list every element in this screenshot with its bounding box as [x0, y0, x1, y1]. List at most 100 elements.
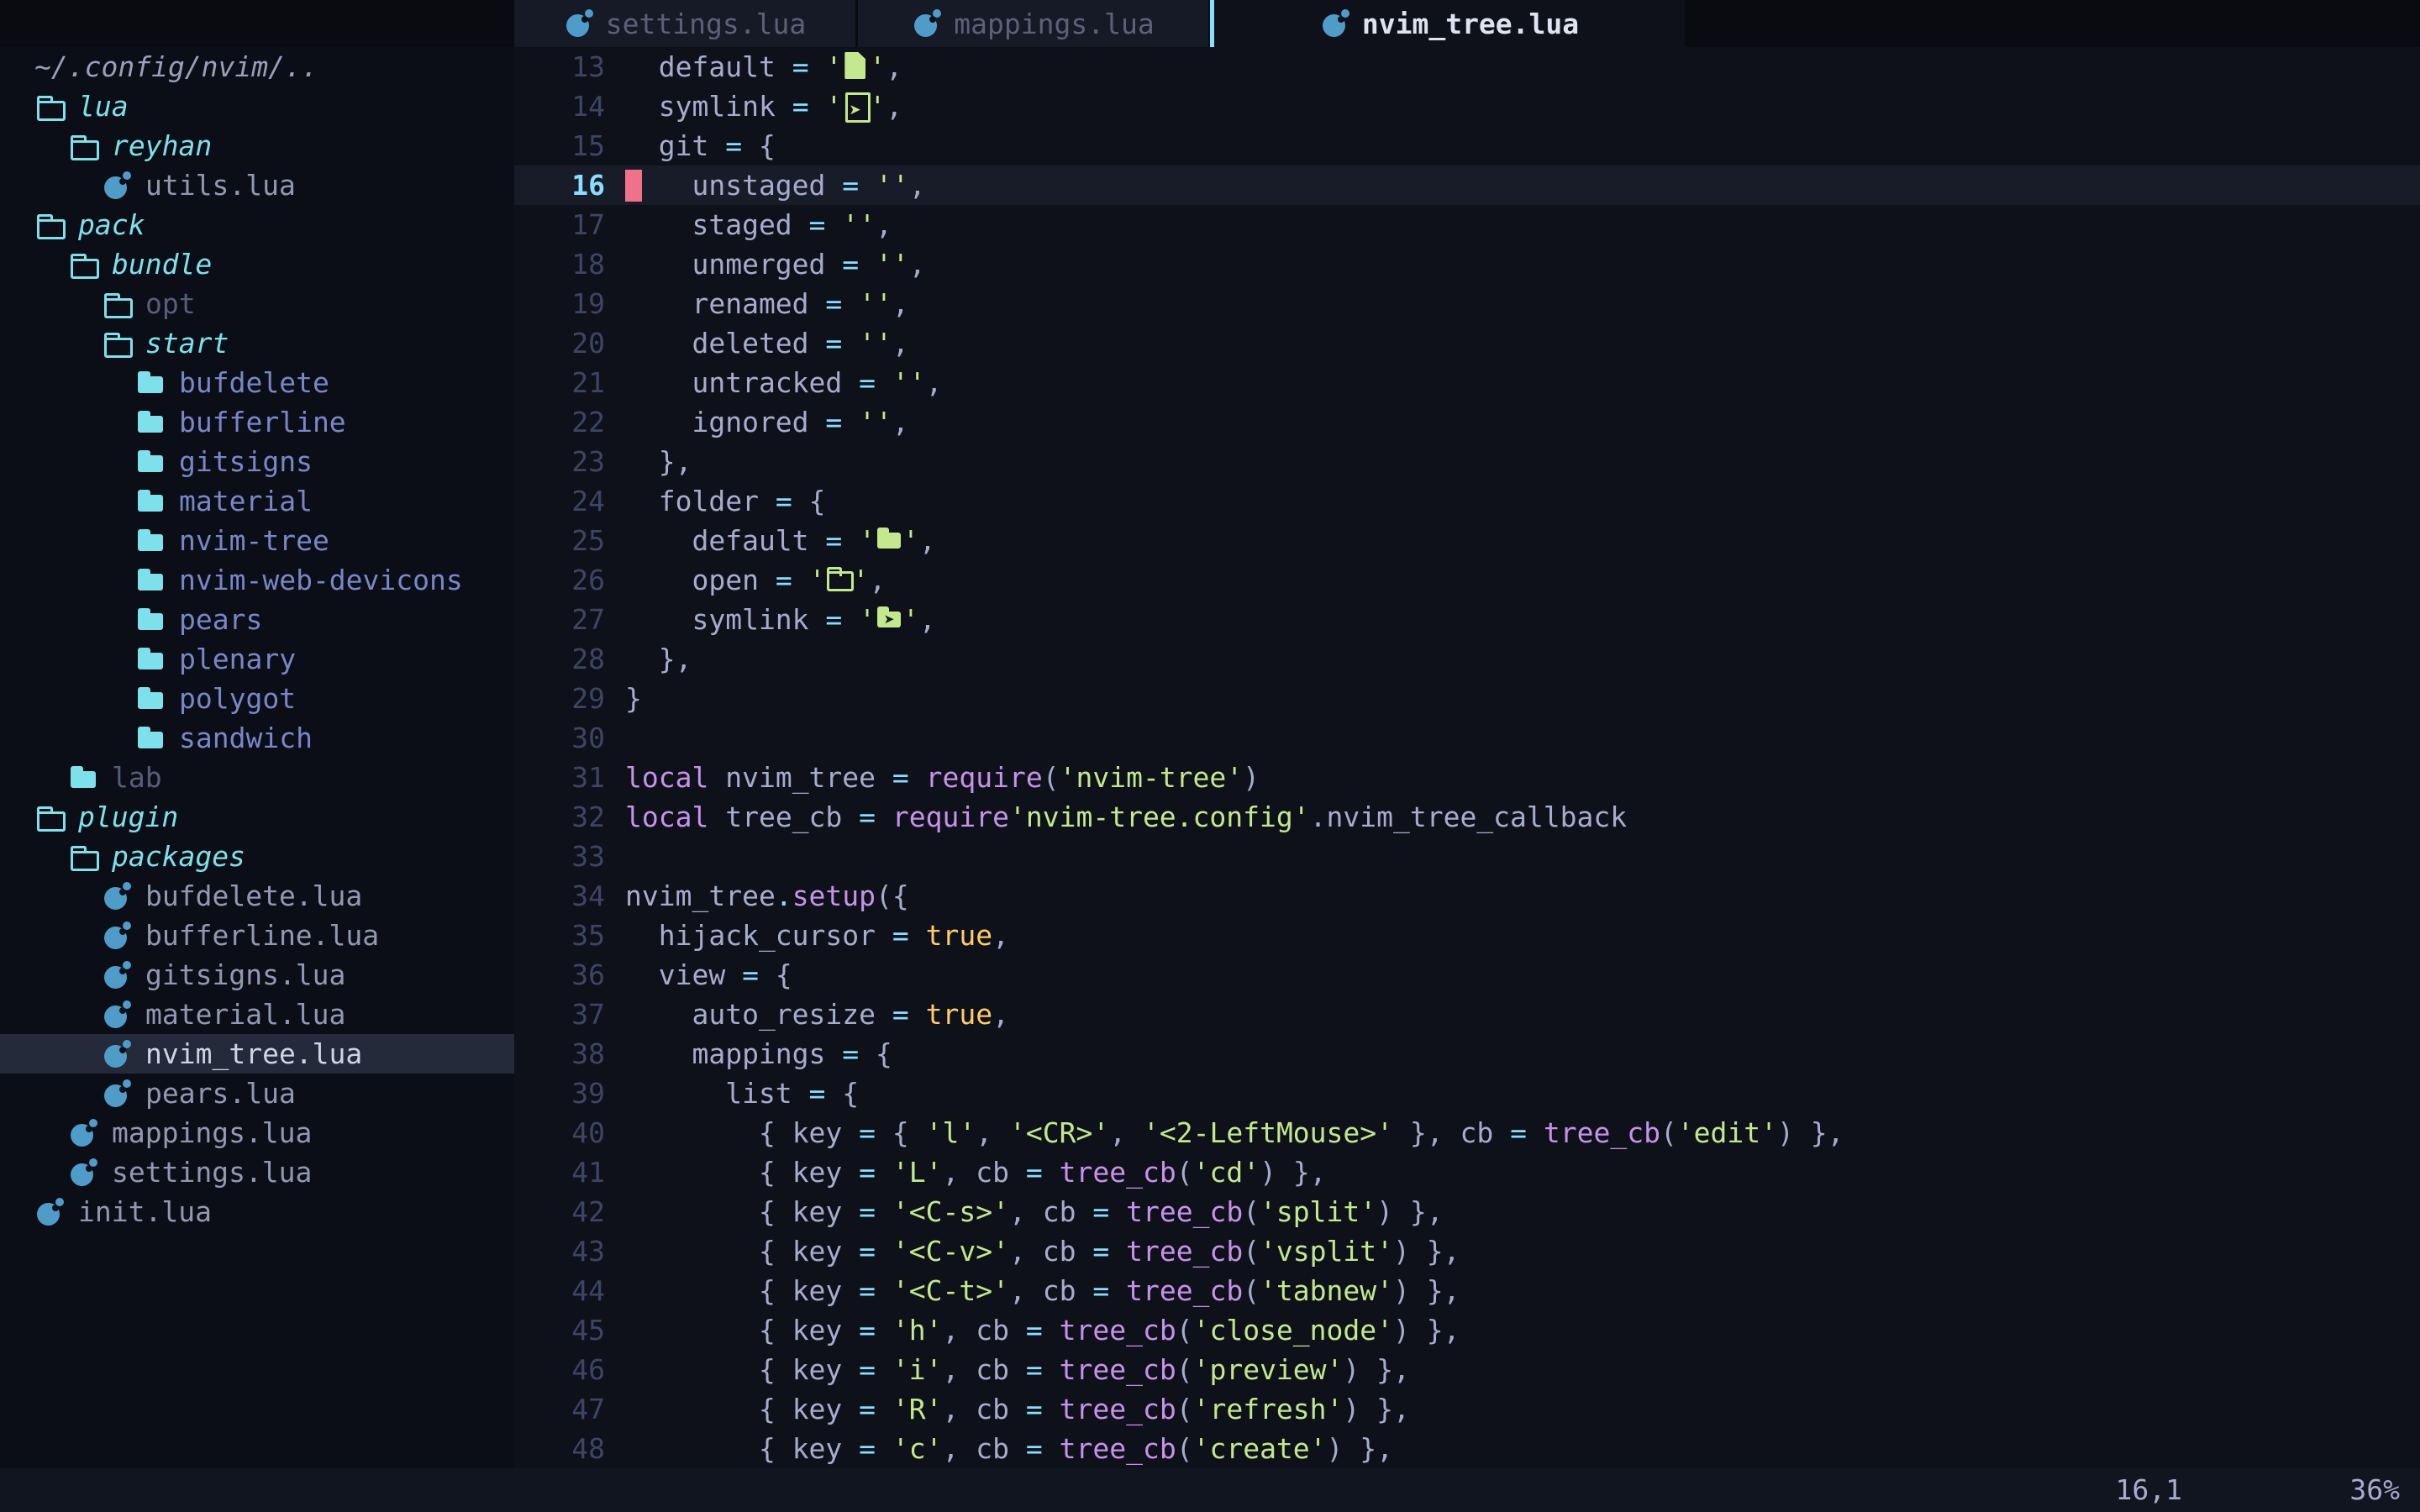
code-line-43[interactable]: 43 { key = '<C-v>', cb = tree_cb('vsplit…	[514, 1231, 2420, 1271]
tree-item-nvim-web-devicons[interactable]: nvim-web-devicons	[0, 560, 514, 600]
code-line-17[interactable]: 17 staged = '',	[514, 205, 2420, 244]
token-kw: local	[625, 801, 725, 833]
tree-item-init.lua[interactable]: init.lua	[0, 1192, 514, 1231]
folder-open-icon	[68, 249, 98, 280]
code-line-19[interactable]: 19 renamed = '',	[514, 284, 2420, 323]
code-line-36[interactable]: 36 view = {	[514, 955, 2420, 995]
tree-item-label: settings.lua	[112, 1156, 312, 1189]
code-line-16[interactable]: 16 unstaged = '',	[514, 165, 2420, 205]
tree-item-polygot[interactable]: polygot	[0, 679, 514, 718]
tree-item-bufferline.lua[interactable]: bufferline.lua	[0, 916, 514, 955]
tree-item-gitsigns[interactable]: gitsigns	[0, 442, 514, 481]
tree-item-packages[interactable]: packages	[0, 837, 514, 876]
tree-item-plugin[interactable]: plugin	[0, 797, 514, 837]
token-fn: require	[892, 801, 1009, 833]
token-id: unmerged	[625, 248, 842, 281]
tree-item-lua[interactable]: lua	[0, 87, 514, 126]
code-line-45[interactable]: 45 { key = 'h', cb = tree_cb('close_node…	[514, 1310, 2420, 1350]
tree-item-bundle[interactable]: bundle	[0, 244, 514, 284]
tree-item-pears[interactable]: pears	[0, 600, 514, 639]
tree-item-material.lua[interactable]: material.lua	[0, 995, 514, 1034]
folder-open-icon	[102, 289, 132, 319]
token-id: staged	[625, 208, 809, 241]
token-op: =	[859, 1156, 892, 1189]
code-line-27[interactable]: 27 symlink = '',	[514, 600, 2420, 639]
token-str: '<C-v>'	[892, 1235, 1009, 1268]
code-line-20[interactable]: 20 deleted = '',	[514, 323, 2420, 363]
tree-item-pears.lua[interactable]: pears.lua	[0, 1074, 514, 1113]
code-line-24[interactable]: 24 folder = {	[514, 481, 2420, 521]
token-op: =	[1026, 1432, 1060, 1465]
tree-item-material[interactable]: material	[0, 481, 514, 521]
code-line-28[interactable]: 28 },	[514, 639, 2420, 679]
tree-item-mappings.lua[interactable]: mappings.lua	[0, 1113, 514, 1152]
tab-nvim_tree.lua[interactable]: nvim_tree.lua	[1214, 0, 1685, 47]
code-line-15[interactable]: 15 git = {	[514, 126, 2420, 165]
code-line-32[interactable]: 32local tree_cb = require'nvim-tree.conf…	[514, 797, 2420, 837]
token-fn: tree_cb	[1060, 1314, 1176, 1347]
line-number: 29	[514, 679, 605, 718]
folder-closed-icon	[135, 526, 166, 556]
line-number: 44	[514, 1271, 605, 1310]
code-line-46[interactable]: 46 { key = 'i', cb = tree_cb('preview') …	[514, 1350, 2420, 1389]
tree-item-label: packages	[112, 840, 245, 873]
code-line-35[interactable]: 35 hijack_cursor = true,	[514, 916, 2420, 955]
lua-file-icon	[564, 8, 594, 39]
code-line-37[interactable]: 37 auto_resize = true,	[514, 995, 2420, 1034]
code-line-41[interactable]: 41 { key = 'L', cb = tree_cb('cd') },	[514, 1152, 2420, 1192]
tree-item-pack[interactable]: pack	[0, 205, 514, 244]
code-line-33[interactable]: 33	[514, 837, 2420, 876]
code-line-21[interactable]: 21 untracked = '',	[514, 363, 2420, 402]
token-pun: {	[625, 1432, 792, 1465]
code-line-30[interactable]: 30	[514, 718, 2420, 758]
code-line-47[interactable]: 47 { key = 'R', cb = tree_cb('refresh') …	[514, 1389, 2420, 1429]
tree-item-settings.lua[interactable]: settings.lua	[0, 1152, 514, 1192]
token-pun: ,	[892, 287, 909, 320]
token-pun: },	[1393, 1116, 1460, 1149]
token-op: =	[776, 485, 809, 517]
tree-item-lab[interactable]: lab	[0, 758, 514, 797]
tree-item-opt[interactable]: opt	[0, 284, 514, 323]
tab-mappings.lua[interactable]: mappings.lua	[858, 0, 1208, 47]
token-op: =	[842, 169, 876, 202]
token-str: 'c'	[892, 1432, 943, 1465]
code-line-38[interactable]: 38 mappings = {	[514, 1034, 2420, 1074]
tree-item-plenary[interactable]: plenary	[0, 639, 514, 679]
code-line-42[interactable]: 42 { key = '<C-s>', cb = tree_cb('split'…	[514, 1192, 2420, 1231]
folder-open-icon	[68, 842, 98, 872]
token-pun: (	[1243, 1195, 1260, 1228]
token-pun: {	[625, 1156, 792, 1189]
code-line-18[interactable]: 18 unmerged = '',	[514, 244, 2420, 284]
tree-item-bufferline[interactable]: bufferline	[0, 402, 514, 442]
code-line-22[interactable]: 22 ignored = '',	[514, 402, 2420, 442]
tab-settings.lua[interactable]: settings.lua	[514, 0, 855, 47]
code-line-39[interactable]: 39 list = {	[514, 1074, 2420, 1113]
code-text: local tree_cb = require'nvim-tree.config…	[625, 797, 1627, 837]
code-line-23[interactable]: 23 },	[514, 442, 2420, 481]
tree-item-nvim-tree[interactable]: nvim-tree	[0, 521, 514, 560]
tree-item-label: opt	[145, 287, 196, 320]
code-line-25[interactable]: 25 default = '',	[514, 521, 2420, 560]
tree-item-nvim_tree.lua[interactable]: nvim_tree.lua	[0, 1034, 514, 1074]
tree-item-bufdelete.lua[interactable]: bufdelete.lua	[0, 876, 514, 916]
token-id: cb	[1043, 1274, 1093, 1307]
code-line-31[interactable]: 31local nvim_tree = require('nvim-tree')	[514, 758, 2420, 797]
tree-item-bufdelete[interactable]: bufdelete	[0, 363, 514, 402]
code-line-40[interactable]: 40 { key = { 'l', '<CR>', '<2-LeftMouse>…	[514, 1113, 2420, 1152]
tree-item-label: pack	[78, 208, 145, 241]
token-str: 'l'	[926, 1116, 976, 1149]
code-line-14[interactable]: 14 symlink = '',	[514, 87, 2420, 126]
code-line-13[interactable]: 13 default = '',	[514, 47, 2420, 87]
tree-item-utils.lua[interactable]: utils.lua	[0, 165, 514, 205]
tree-item-sandwich[interactable]: sandwich	[0, 718, 514, 758]
code-line-44[interactable]: 44 { key = '<C-t>', cb = tree_cb('tabnew…	[514, 1271, 2420, 1310]
tree-item-start[interactable]: start	[0, 323, 514, 363]
tree-item-reyhan[interactable]: reyhan	[0, 126, 514, 165]
code-line-34[interactable]: 34nvim_tree.setup({	[514, 876, 2420, 916]
token-str: 'i'	[892, 1353, 943, 1386]
code-line-26[interactable]: 26 open = '',	[514, 560, 2420, 600]
tree-item-gitsigns.lua[interactable]: gitsigns.lua	[0, 955, 514, 995]
code-line-29[interactable]: 29}	[514, 679, 2420, 718]
code-line-48[interactable]: 48 { key = 'c', cb = tree_cb('create') }…	[514, 1429, 2420, 1468]
tree-root-path[interactable]: ~/.config/nvim/..	[0, 47, 514, 87]
